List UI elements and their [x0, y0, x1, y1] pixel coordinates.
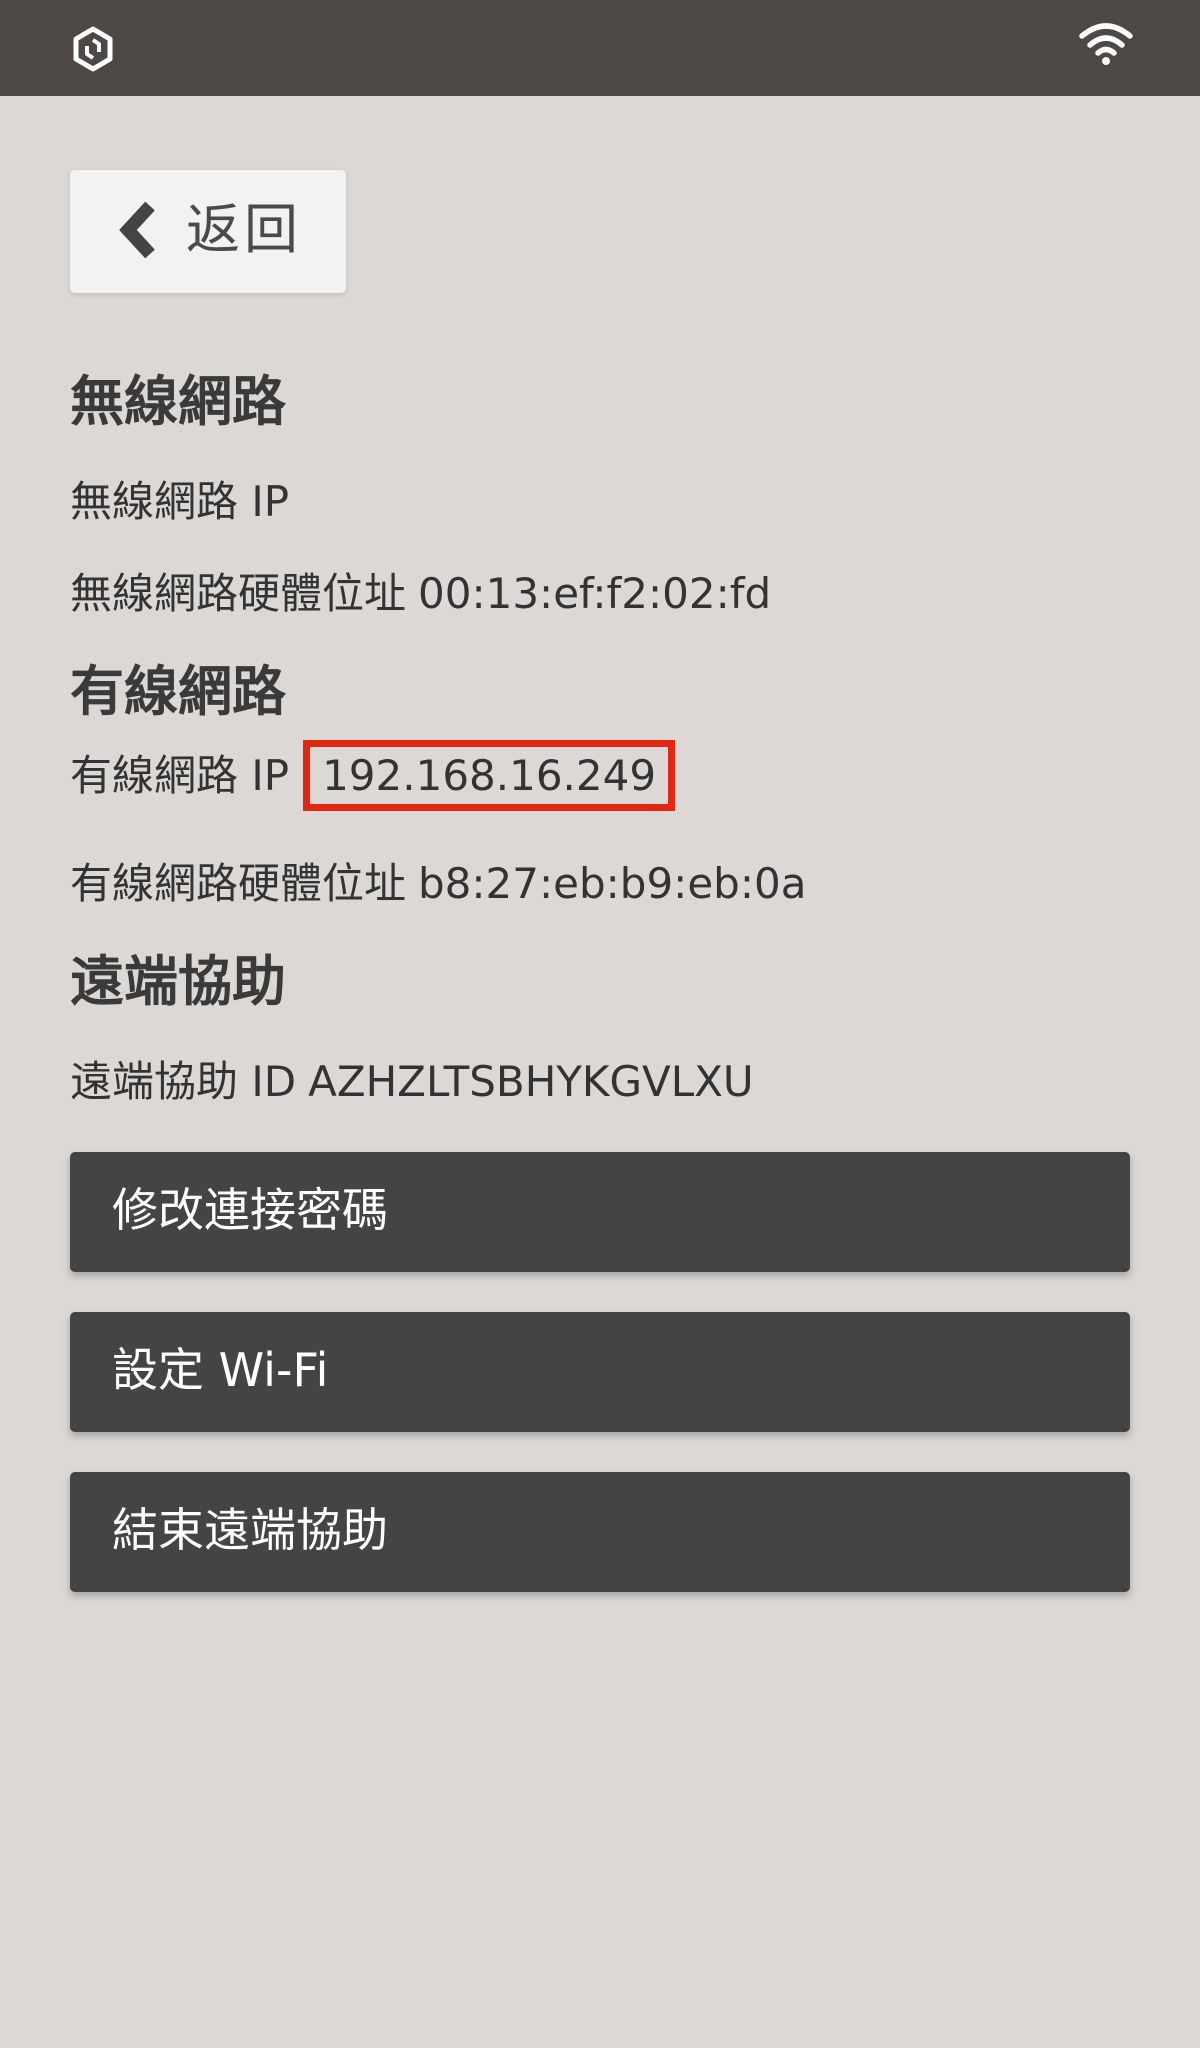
status-bar: [0, 0, 1200, 96]
wired-ip-row: 有線網路 IP 192.168.16.249: [70, 740, 676, 811]
remote-id-value: AZHZLTSBHYKGVLXU: [308, 1057, 754, 1106]
back-button-label: 返回: [186, 198, 302, 261]
wifi-icon: [1079, 23, 1133, 65]
wired-mac-label: 有線網路硬體位址: [70, 859, 407, 908]
remote-heading: 遠端協助: [70, 950, 286, 1013]
back-button[interactable]: 返回: [70, 170, 346, 293]
end-remote-assist-button[interactable]: 結束遠端協助: [70, 1472, 1130, 1592]
remote-id-row: 遠端協助 ID AZHZLTSBHYKGVLXU: [70, 1054, 754, 1110]
end-remote-assist-label: 結束遠端協助: [112, 1503, 388, 1557]
change-password-button[interactable]: 修改連接密碼: [70, 1152, 1130, 1272]
wireless-ip-row: 無線網路 IP: [70, 474, 301, 530]
setup-wifi-label: 設定 Wi-Fi: [112, 1343, 329, 1397]
wireless-mac-row: 無線網路硬體位址 00:13:ef:f2:02:fd: [70, 566, 771, 622]
wired-ip-label: 有線網路 IP: [70, 751, 290, 800]
app-logo-icon: [73, 26, 113, 72]
setup-wifi-button[interactable]: 設定 Wi-Fi: [70, 1312, 1130, 1432]
wired-mac-value: b8:27:eb:b9:eb:0a: [418, 859, 807, 908]
chevron-left-icon: [119, 201, 155, 259]
wireless-heading: 無線網路: [70, 370, 286, 433]
wired-heading: 有線網路: [70, 660, 286, 723]
change-password-label: 修改連接密碼: [112, 1183, 388, 1237]
wireless-mac-label: 無線網路硬體位址: [70, 569, 407, 618]
wireless-mac-value: 00:13:ef:f2:02:fd: [418, 569, 772, 618]
wireless-ip-label: 無線網路 IP: [70, 477, 290, 526]
wired-mac-row: 有線網路硬體位址 b8:27:eb:b9:eb:0a: [70, 856, 806, 912]
wired-ip-value: 192.168.16.249: [303, 740, 676, 811]
remote-id-label: 遠端協助 ID: [70, 1057, 297, 1106]
